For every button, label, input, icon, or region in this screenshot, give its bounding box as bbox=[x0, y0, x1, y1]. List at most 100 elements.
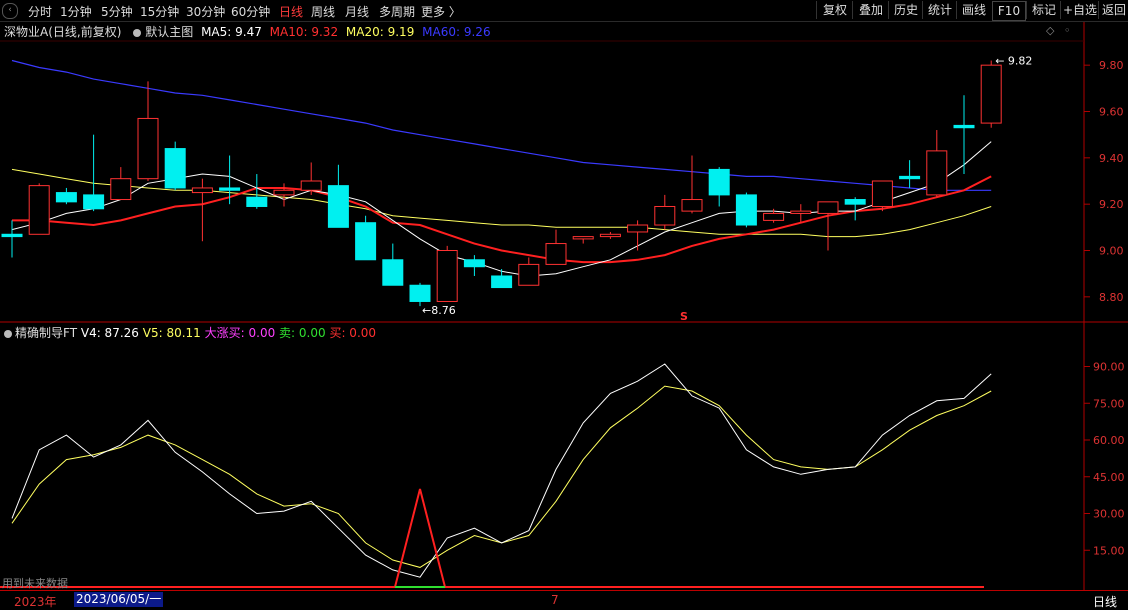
month-label: 7 bbox=[551, 593, 559, 607]
ma10-label: MA10: 9.32 bbox=[269, 25, 339, 39]
price-tick-label: 9.20 bbox=[1099, 198, 1124, 211]
indicator-tick-label: 60.00 bbox=[1093, 434, 1125, 447]
candle-body bbox=[382, 259, 404, 286]
sell-signal-marker: S bbox=[680, 310, 688, 323]
future-data-note: 用到未来数据 bbox=[2, 577, 68, 590]
candle bbox=[980, 60, 1002, 128]
candle bbox=[491, 269, 513, 289]
candle bbox=[409, 282, 431, 307]
candle-body bbox=[518, 263, 540, 286]
candle-body bbox=[355, 222, 377, 261]
candle bbox=[1, 220, 23, 258]
candle-body bbox=[137, 117, 159, 180]
candle-body bbox=[681, 199, 703, 212]
candle-body bbox=[491, 275, 513, 289]
candle bbox=[28, 183, 50, 235]
candle-body bbox=[980, 64, 1002, 124]
candle-body bbox=[55, 192, 77, 203]
template-name[interactable]: 默认主图 bbox=[145, 25, 193, 39]
candle bbox=[273, 183, 295, 207]
candle bbox=[817, 201, 839, 251]
candle bbox=[953, 95, 975, 175]
candle-body bbox=[926, 150, 948, 196]
candle-body bbox=[1, 233, 23, 238]
diamond-icon[interactable]: ◇ bbox=[1046, 24, 1054, 37]
candle bbox=[83, 134, 105, 212]
period-label[interactable]: 日线 bbox=[1093, 593, 1117, 610]
candle bbox=[110, 167, 132, 201]
candle bbox=[572, 236, 594, 244]
candle-body bbox=[817, 201, 839, 214]
indicator-tick-label: 15.00 bbox=[1093, 544, 1125, 557]
candle-body bbox=[219, 187, 241, 191]
settings-icon[interactable]: ◦ bbox=[1064, 24, 1071, 37]
kline-chart[interactable]: 9.80 9.60 9.40 9.20 9.00 8.80 ← 9.82 ←8.76 S 90.0… bbox=[0, 0, 1128, 608]
year-label: 2023年 bbox=[14, 595, 57, 609]
v5-label: V5: 80.11 bbox=[142, 326, 201, 340]
ma60-label: MA60: 9.26 bbox=[422, 25, 491, 39]
high-price-label: ← 9.82 bbox=[995, 55, 1032, 68]
price-tick-label: 9.80 bbox=[1099, 59, 1124, 72]
candle-body bbox=[110, 178, 132, 201]
ma5-line bbox=[11, 141, 992, 277]
candle-body bbox=[191, 187, 213, 194]
stock-title[interactable]: 深物业A(日线,前复权) bbox=[4, 25, 121, 39]
indicator-tick-label: 45.00 bbox=[1093, 471, 1125, 484]
price-tick-label: 8.80 bbox=[1099, 291, 1124, 304]
indicator-tick-label: 75.00 bbox=[1093, 397, 1125, 410]
v5-line bbox=[11, 385, 992, 568]
indicator-tick-label: 90.00 bbox=[1093, 361, 1125, 374]
candle bbox=[545, 229, 567, 265]
indicator-name[interactable]: 精确制导FT bbox=[15, 326, 77, 340]
candle bbox=[926, 130, 948, 198]
date-axis: 2023年 2023/06/05/一 7 日线 bbox=[0, 590, 1128, 609]
candle bbox=[627, 220, 649, 251]
main-legend: 深物业A(日线,前复权) 默认主图 MA5: 9.47 MA10: 9.32 M… bbox=[0, 23, 495, 39]
candle bbox=[654, 194, 676, 230]
candle bbox=[681, 155, 703, 214]
candle-body bbox=[28, 185, 50, 235]
candle-body bbox=[572, 236, 594, 240]
indicator-dot-icon[interactable] bbox=[4, 329, 12, 338]
candle bbox=[355, 215, 377, 261]
candle-body bbox=[953, 124, 975, 129]
buy-label: 买: 0.00 bbox=[329, 326, 377, 340]
candle-body bbox=[246, 196, 268, 207]
candle-body bbox=[763, 212, 785, 221]
candle-body bbox=[164, 148, 186, 189]
candle bbox=[137, 81, 159, 181]
candle bbox=[436, 245, 458, 302]
ma20-label: MA20: 9.19 bbox=[345, 25, 415, 39]
sell-label: 卖: 0.00 bbox=[279, 326, 326, 340]
candle-body bbox=[627, 224, 649, 233]
candle bbox=[899, 160, 921, 188]
ma20-line bbox=[11, 168, 992, 238]
low-price-label: ←8.76 bbox=[422, 304, 456, 317]
candle bbox=[518, 257, 540, 286]
candle-body bbox=[463, 259, 485, 268]
candle bbox=[463, 255, 485, 276]
candle-body bbox=[409, 284, 431, 302]
candle-body bbox=[436, 250, 458, 302]
candle bbox=[327, 164, 349, 228]
candle bbox=[300, 162, 322, 195]
candle bbox=[382, 243, 404, 286]
ma60-line bbox=[11, 59, 992, 191]
price-tick-label: 9.40 bbox=[1099, 152, 1124, 165]
candle-body bbox=[708, 168, 730, 196]
settings-dot-icon[interactable] bbox=[133, 28, 142, 37]
v4-line bbox=[11, 363, 992, 578]
indicator-tick-label: 30.00 bbox=[1093, 508, 1125, 521]
candle-body bbox=[545, 243, 567, 265]
candle-body bbox=[790, 210, 812, 214]
candle-body bbox=[654, 205, 676, 226]
candle bbox=[871, 180, 893, 212]
indicator-legend: 精确制导FT V4: 87.26 V5: 80.11 大涨买: 0.00 卖: … bbox=[0, 324, 376, 340]
v4-label: V4: 87.26 bbox=[80, 326, 139, 340]
candle-body bbox=[300, 180, 322, 191]
ma5-label: MA5: 9.47 bbox=[201, 25, 262, 39]
candle-body bbox=[871, 180, 893, 207]
candle bbox=[599, 231, 621, 239]
price-tick-label: 9.60 bbox=[1099, 106, 1124, 119]
candle bbox=[735, 192, 757, 228]
